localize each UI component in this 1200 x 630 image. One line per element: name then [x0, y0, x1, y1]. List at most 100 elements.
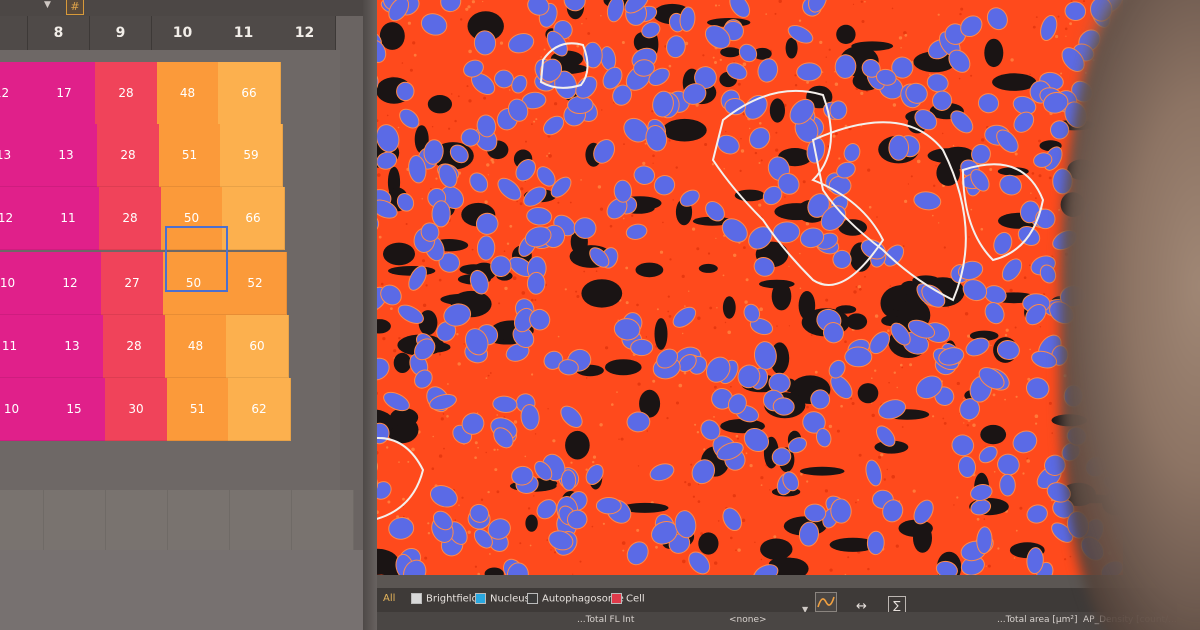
cytoplasm-texture: [625, 301, 629, 305]
cytoplasm-texture: [468, 49, 472, 54]
plate-well[interactable]: 59: [220, 124, 283, 187]
plate-well[interactable]: 66: [222, 187, 285, 250]
cytoplasm-texture: [981, 138, 985, 142]
intercellular-void: [698, 532, 719, 555]
cell-nucleus: [567, 95, 594, 115]
plate-well[interactable]: 51: [159, 124, 221, 187]
cytoplasm-texture: [412, 41, 416, 45]
cytoplasm-texture: [933, 184, 936, 187]
cytoplasm-texture: [1032, 25, 1036, 29]
cytoplasm-texture: [1039, 326, 1042, 328]
channel-autophagosome[interactable]: Autophagosome: [527, 593, 624, 605]
cytoplasm-texture: [825, 298, 829, 302]
plate-well[interactable]: 51: [167, 378, 229, 441]
cytoplasm-texture: [684, 481, 687, 484]
cell-nucleus: [757, 58, 779, 83]
plate-well[interactable]: 12: [0, 62, 34, 125]
channel-nucleus[interactable]: Nucleus: [475, 593, 530, 605]
selected-well-outline: [165, 226, 228, 292]
plate-well[interactable]: 66: [218, 62, 281, 125]
none-dropdown[interactable]: <none>: [729, 615, 767, 625]
plate-well[interactable]: 60: [226, 315, 289, 378]
cell-nucleus: [1026, 504, 1048, 524]
plate-well-empty[interactable]: [106, 490, 168, 552]
plate-well[interactable]: 30: [105, 378, 168, 441]
plate-well[interactable]: 15: [43, 378, 106, 441]
cytoplasm-texture: [958, 77, 961, 80]
cytoplasm-texture: [397, 126, 400, 129]
plate-well-empty[interactable]: [292, 490, 354, 552]
cytoplasm-texture: [864, 0, 866, 3]
plate-column-header[interactable]: 12: [274, 16, 336, 50]
cytoplasm-texture: [557, 201, 560, 204]
cell-swatch-icon: [611, 593, 622, 604]
cytoplasm-texture: [759, 122, 762, 125]
plate-well-empty[interactable]: [230, 490, 292, 552]
cytoplasm-texture: [943, 422, 947, 425]
cytoplasm-texture: [546, 539, 549, 541]
cytoplasm-texture: [932, 214, 934, 217]
plate-well[interactable]: 10: [0, 378, 44, 441]
hash-grid-icon[interactable]: #: [66, 0, 84, 15]
cytoplasm-texture: [547, 408, 549, 410]
cytoplasm-texture: [864, 275, 866, 278]
cytoplasm-texture: [883, 478, 886, 481]
plate-column-header[interactable]: 9: [90, 16, 152, 50]
plate-well[interactable]: 28: [97, 124, 160, 187]
panel-splitter[interactable]: [363, 0, 377, 630]
plate-well[interactable]: 52: [224, 252, 287, 315]
cytoplasm-texture: [644, 142, 647, 145]
cytoplasm-texture: [585, 17, 588, 20]
plate-well[interactable]: 28: [95, 62, 158, 125]
channel-cell[interactable]: Cell: [611, 593, 645, 605]
plate-well-empty[interactable]: [0, 490, 44, 552]
cytoplasm-texture: [778, 0, 782, 3]
plate-well[interactable]: 12: [0, 187, 38, 250]
cytoplasm-texture: [570, 461, 573, 464]
plate-well[interactable]: 62: [228, 378, 291, 441]
plate-well-empty[interactable]: [44, 490, 106, 552]
waveform-icon[interactable]: [815, 592, 837, 612]
cytoplasm-texture: [471, 0, 475, 4]
cell-nucleus: [625, 223, 648, 240]
plate-well[interactable]: 48: [165, 315, 227, 378]
cytoplasm-texture: [489, 372, 492, 374]
plate-well[interactable]: 11: [0, 315, 42, 378]
plate-well[interactable]: 17: [33, 62, 96, 125]
plate-well-empty[interactable]: [168, 490, 230, 552]
plate-well[interactable]: 11: [37, 187, 100, 250]
cytoplasm-texture: [451, 93, 453, 95]
plate-well[interactable]: 48: [157, 62, 219, 125]
cytoplasm-texture: [860, 0, 863, 3]
plate-well[interactable]: 13: [0, 124, 36, 187]
cytoplasm-texture: [887, 329, 890, 333]
channel-all-tab[interactable]: All: [383, 593, 395, 604]
cytoplasm-texture: [889, 285, 892, 287]
plate-column-header[interactable]: 8: [28, 16, 90, 50]
cell-image-view[interactable]: [343, 0, 1123, 575]
cell-nucleus: [913, 191, 942, 211]
caret-down-icon[interactable]: ▼: [44, 0, 51, 10]
plate-well[interactable]: 28: [99, 187, 162, 250]
cytoplasm-texture: [583, 270, 586, 273]
cytoplasm-texture: [405, 223, 408, 225]
column-total-area[interactable]: ...Total area [µm²]: [997, 615, 1078, 625]
cytoplasm-texture: [659, 250, 664, 254]
plate-well[interactable]: 12: [39, 252, 102, 315]
plate-well[interactable]: 13: [41, 315, 104, 378]
plate-well[interactable]: 13: [35, 124, 98, 187]
plate-column-header[interactable]: 7: [0, 16, 28, 50]
cytoplasm-texture: [509, 224, 513, 228]
channel-brightfield[interactable]: Brightfield: [411, 593, 478, 605]
plate-well[interactable]: 28: [103, 315, 166, 378]
cytoplasm-texture: [874, 369, 877, 372]
plate-column-header[interactable]: 10: [152, 16, 214, 50]
cell-nucleus: [526, 271, 546, 295]
plate-well[interactable]: 27: [101, 252, 164, 315]
plate-column-header[interactable]: 11: [213, 16, 275, 50]
plate-well[interactable]: 10: [0, 252, 40, 315]
cytoplasm-texture: [401, 62, 404, 64]
cytoplasm-texture: [535, 118, 538, 121]
cytoplasm-texture: [802, 180, 806, 184]
feature-field-left[interactable]: ...Total FL Int: [577, 615, 634, 625]
